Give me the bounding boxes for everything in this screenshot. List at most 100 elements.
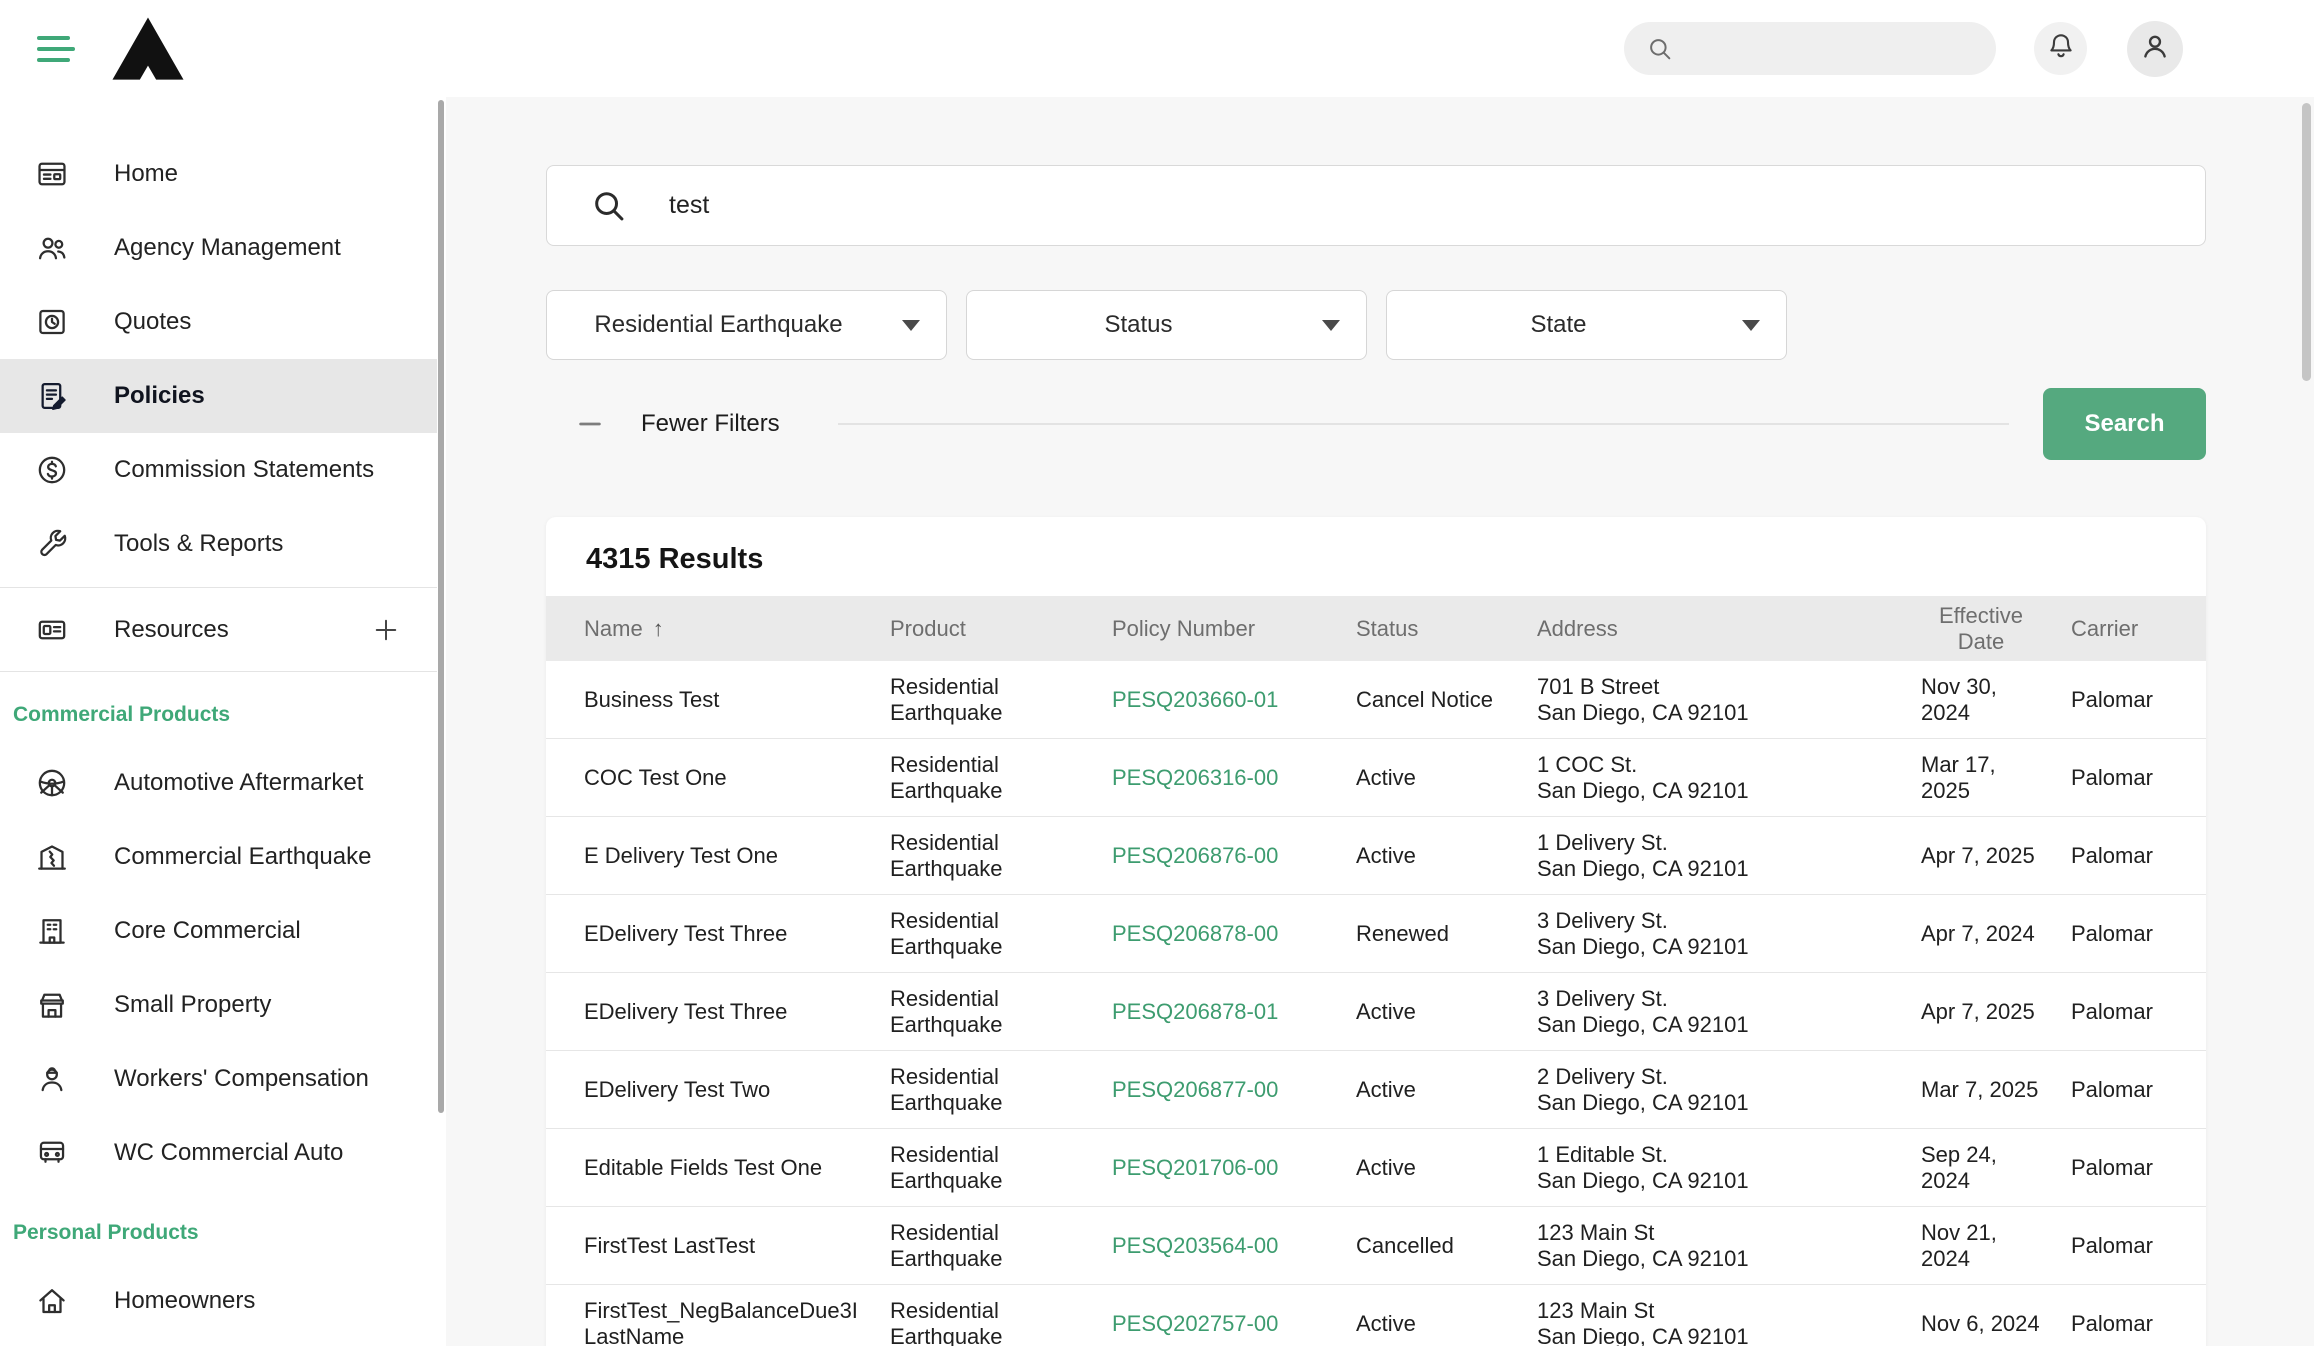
cell-status: Active — [1356, 999, 1537, 1025]
sidebar-item-home[interactable]: Home — [0, 137, 437, 211]
sidebar-item-agency-management[interactable]: Agency Management — [0, 211, 437, 285]
filter-dropdown-state[interactable]: State — [1386, 290, 1787, 360]
cell-carrier: Palomar — [2071, 999, 2206, 1025]
cell-name: E Delivery Test One — [584, 843, 890, 869]
section-items: Automotive Aftermarket Commercial Earthqu… — [0, 746, 437, 1190]
cell-name: COC Test One — [584, 765, 890, 791]
sidebar-item-label: Home — [114, 160, 178, 188]
cell-address: 701 B StreetSan Diego, CA 92101 — [1537, 674, 1921, 726]
cell-carrier: Palomar — [2071, 1077, 2206, 1103]
sidebar-item-automotive-aftermarket[interactable]: Automotive Aftermarket — [0, 746, 437, 820]
cell-carrier: Palomar — [2071, 687, 2206, 713]
cell-status: Renewed — [1356, 921, 1537, 947]
house-icon — [34, 1283, 70, 1319]
page-scrollbar[interactable] — [2302, 103, 2311, 381]
cell-effective-date: Nov 21, 2024 — [1921, 1220, 2071, 1272]
policy-search-field[interactable] — [546, 165, 2206, 246]
table-row[interactable]: Editable Fields Test OneResidential Eart… — [546, 1129, 2206, 1207]
sidebar-item-core-commercial[interactable]: Core Commercial — [0, 894, 437, 968]
sidebar-item-wc-commercial-auto[interactable]: WC Commercial Auto — [0, 1116, 437, 1190]
sidebar-item-small-property[interactable]: Small Property — [0, 968, 437, 1042]
table-row[interactable]: Business TestResidential EarthquakePESQ2… — [546, 661, 2206, 739]
table-row[interactable]: COC Test OneResidential EarthquakePESQ20… — [546, 739, 2206, 817]
chevron-down-icon — [902, 320, 920, 331]
policy-number-link[interactable]: PESQ206316-00 — [1112, 765, 1356, 791]
steering-icon — [34, 765, 70, 801]
policy-number-link[interactable]: PESQ206877-00 — [1112, 1077, 1356, 1103]
cell-name: EDelivery Test Three — [584, 921, 890, 947]
column-header-carrier[interactable]: Carrier — [2071, 616, 2206, 641]
policy-number-link[interactable]: PESQ203660-01 — [1112, 687, 1356, 713]
home-icon — [34, 156, 70, 192]
cell-carrier: Palomar — [2071, 921, 2206, 947]
account-button[interactable] — [2127, 21, 2183, 77]
sidebar-item-label: Small Property — [114, 991, 271, 1019]
main-content: Residential Earthquake Status State Fewer … — [446, 97, 2314, 1346]
chevron-down-icon — [1322, 320, 1340, 331]
cell-effective-date: Nov 6, 2024 — [1921, 1311, 2071, 1337]
table-row[interactable]: EDelivery Test ThreeResidential Earthqua… — [546, 973, 2206, 1051]
policy-number-link[interactable]: PESQ206878-00 — [1112, 921, 1356, 947]
cell-status: Active — [1356, 765, 1537, 791]
policy-number-link[interactable]: PESQ201706-00 — [1112, 1155, 1356, 1181]
sidebar-scrollbar[interactable] — [438, 100, 444, 1113]
fewer-filters-toggle[interactable]: Fewer Filters — [641, 410, 780, 438]
search-button[interactable]: Search — [2043, 388, 2206, 460]
notifications-button[interactable] — [2034, 22, 2087, 75]
cell-carrier: Palomar — [2071, 843, 2206, 869]
bus-icon — [34, 1135, 70, 1171]
resources-icon — [34, 612, 70, 648]
sidebar-item-label: WC Commercial Auto — [114, 1139, 343, 1167]
cell-product: Residential Earthquake — [890, 674, 1112, 726]
sidebar-item-label: Automotive Aftermarket — [114, 769, 363, 797]
filter-dropdown-status[interactable]: Status — [966, 290, 1367, 360]
table-row[interactable]: EDelivery Test ThreeResidential Earthqua… — [546, 895, 2206, 973]
table-row[interactable]: FirstTest_NegBalanceDue3I LastNameReside… — [546, 1285, 2206, 1346]
menu-icon[interactable] — [37, 36, 75, 62]
avatar-icon — [2139, 30, 2171, 67]
topbar-search-input[interactable] — [1686, 36, 1986, 62]
sidebar-item-resources[interactable]: Resources — [0, 588, 437, 672]
column-header-effective-date[interactable]: Effective Date — [1921, 603, 2071, 654]
cell-address: 3 Delivery St.San Diego, CA 92101 — [1537, 986, 1921, 1038]
policy-search-input[interactable] — [669, 191, 2181, 220]
policy-number-link[interactable]: PESQ203564-00 — [1112, 1233, 1356, 1259]
sidebar-item-commercial-earthquake[interactable]: Commercial Earthquake — [0, 820, 437, 894]
expand-plus-icon[interactable] — [371, 615, 401, 645]
policy-number-link[interactable]: PESQ206876-00 — [1112, 843, 1356, 869]
sidebar-item-label: Core Commercial — [114, 917, 301, 945]
policy-number-link[interactable]: PESQ202757-00 — [1112, 1311, 1356, 1337]
cell-status: Active — [1356, 1311, 1537, 1337]
table-row[interactable]: E Delivery Test OneResidential Earthquak… — [546, 817, 2206, 895]
column-header-product[interactable]: Product — [890, 616, 1112, 641]
results-card: 4315 Results Name ↑ Product Policy Numbe… — [546, 517, 2206, 1346]
sidebar-item-quotes[interactable]: Quotes — [0, 285, 437, 359]
cell-status: Active — [1356, 843, 1537, 869]
filter-dropdown-product[interactable]: Residential Earthquake — [546, 290, 947, 360]
column-header-name[interactable]: Name ↑ — [584, 616, 890, 641]
sidebar-item-workers-compensation[interactable]: Workers' Compensation — [0, 1042, 437, 1116]
search-icon — [591, 188, 627, 224]
sidebar-item-commission-statements[interactable]: Commission Statements — [0, 433, 437, 507]
cell-carrier: Palomar — [2071, 1311, 2206, 1337]
cell-effective-date: Apr 7, 2025 — [1921, 843, 2071, 869]
cell-status: Active — [1356, 1155, 1537, 1181]
sidebar-item-homeowners[interactable]: Homeowners — [0, 1264, 437, 1338]
sidebar-item-label: Quotes — [114, 308, 191, 336]
column-header-address[interactable]: Address — [1537, 616, 1921, 641]
policy-number-link[interactable]: PESQ206878-01 — [1112, 999, 1356, 1025]
column-header-policy-number[interactable]: Policy Number — [1112, 616, 1356, 641]
table-row[interactable]: FirstTest LastTestResidential Earthquake… — [546, 1207, 2206, 1285]
cell-status: Cancelled — [1356, 1233, 1537, 1259]
sidebar-item-tools-reports[interactable]: Tools & Reports — [0, 507, 437, 581]
topbar-search[interactable] — [1624, 22, 1996, 75]
dropdown-label: State — [1530, 311, 1586, 339]
minus-icon[interactable] — [575, 409, 605, 439]
cell-name: Editable Fields Test One — [584, 1155, 890, 1181]
sidebar-item-policies[interactable]: Policies — [0, 359, 437, 433]
column-header-status[interactable]: Status — [1356, 616, 1537, 641]
table-row[interactable]: EDelivery Test TwoResidential Earthquake… — [546, 1051, 2206, 1129]
divider — [838, 423, 2009, 425]
cell-product: Residential Earthquake — [890, 830, 1112, 882]
topbar — [0, 0, 2314, 97]
